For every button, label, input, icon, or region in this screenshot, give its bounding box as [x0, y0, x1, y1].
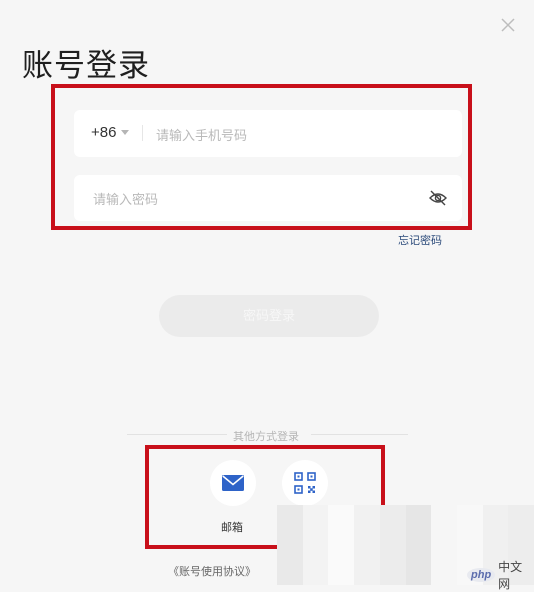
login-button[interactable]: 密码登录	[159, 295, 379, 337]
mosaic-tile	[379, 558, 406, 585]
forgot-password-link[interactable]: 忘记密码	[398, 232, 442, 248]
mosaic-tile	[431, 558, 457, 585]
eye-hidden-icon[interactable]	[428, 189, 448, 207]
mosaic-tile	[328, 505, 355, 532]
mosaic-tile	[456, 505, 483, 532]
email-login-button[interactable]	[210, 460, 256, 506]
mosaic-tile	[508, 505, 534, 532]
mosaic-tile	[405, 558, 432, 585]
mosaic-tile	[302, 558, 329, 585]
mosaic-tile	[431, 505, 457, 532]
mosaic-tile	[328, 558, 355, 585]
password-field[interactable]	[74, 175, 462, 221]
mosaic-tile	[405, 531, 432, 559]
email-login-label: 邮箱	[221, 522, 243, 534]
mosaic-tile	[431, 531, 457, 559]
field-divider	[142, 125, 143, 141]
mosaic-tile	[456, 531, 483, 559]
mosaic-tile	[482, 505, 509, 532]
page-title: 账号登录	[22, 48, 150, 83]
other-methods-label: 其他方式登录	[233, 431, 299, 443]
watermark-text: 中文网	[498, 560, 523, 591]
mosaic-tile	[508, 531, 534, 559]
mosaic-tile	[379, 531, 406, 559]
country-code-select[interactable]: +86	[91, 124, 116, 141]
password-input[interactable]	[91, 185, 415, 213]
mosaic-tile	[379, 505, 406, 532]
mosaic-tile	[405, 505, 432, 532]
divider-right	[311, 434, 408, 435]
divider-left	[127, 434, 227, 435]
mosaic-tile	[354, 558, 380, 585]
mosaic-tile	[354, 505, 380, 532]
mosaic-tile	[302, 505, 329, 532]
close-button[interactable]	[497, 14, 519, 36]
qr-code-icon	[294, 472, 316, 494]
envelope-icon	[222, 475, 244, 491]
qr-login-button[interactable]	[282, 460, 328, 506]
mosaic-tile	[302, 531, 329, 559]
mosaic-tile	[277, 531, 303, 559]
chevron-down-icon	[121, 130, 129, 135]
watermark: php 中文网	[467, 560, 534, 591]
phone-field[interactable]: +86	[74, 110, 462, 157]
watermark-logo: php	[467, 568, 496, 582]
mosaic-tile	[277, 558, 303, 585]
phone-input[interactable]	[154, 121, 448, 149]
agreement-link[interactable]: 《账号使用协议》	[168, 563, 256, 579]
mosaic-tile	[354, 531, 380, 559]
mosaic-tile	[328, 531, 355, 559]
mosaic-tile	[482, 531, 509, 559]
close-icon	[501, 18, 515, 32]
mosaic-tile	[277, 505, 303, 532]
